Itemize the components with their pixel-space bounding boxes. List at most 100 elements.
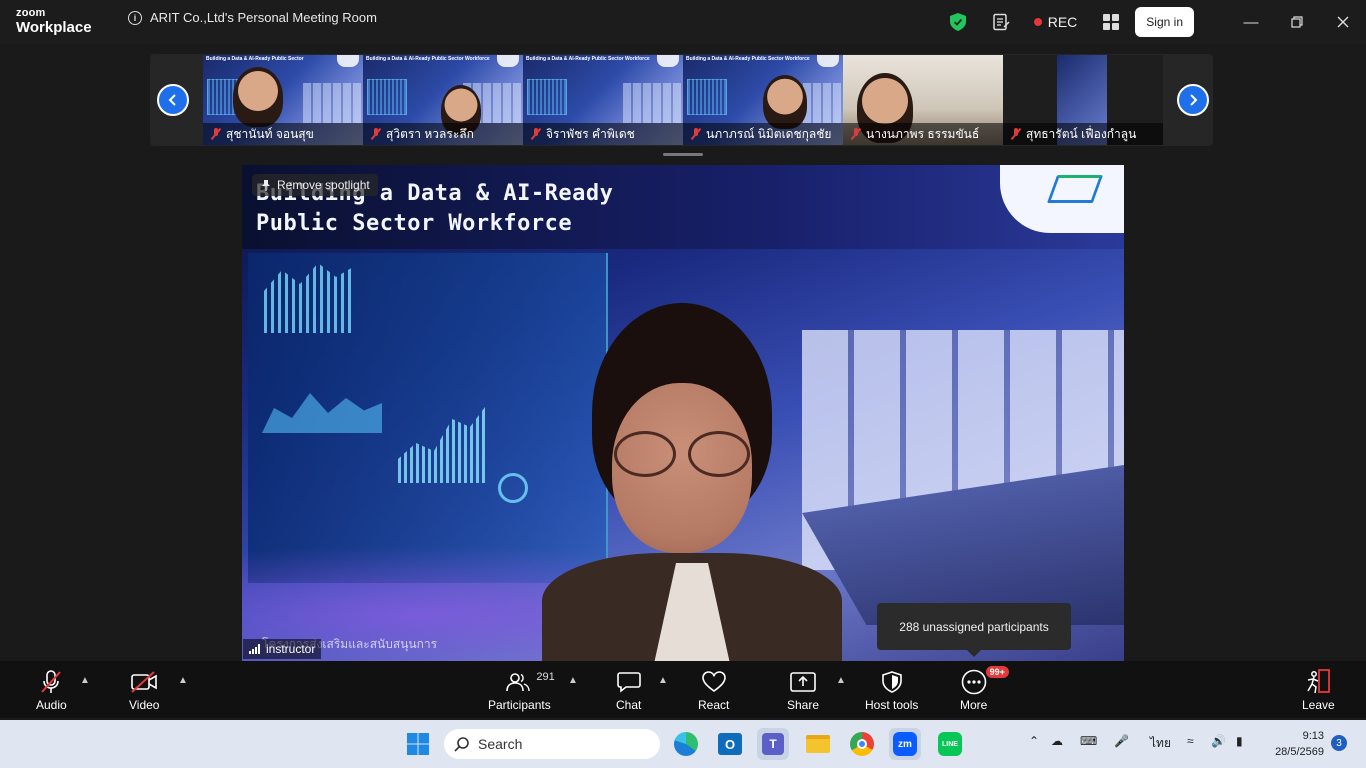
video-options-chevron-icon[interactable]: ▲ — [178, 675, 188, 686]
wifi-icon[interactable]: ≈ — [1187, 734, 1194, 748]
thumbnail-nameplate: สุชานันท์ จอนสุข — [203, 123, 363, 145]
strip-resize-handle[interactable] — [663, 153, 703, 156]
chrome-icon[interactable] — [846, 728, 878, 760]
audio-button[interactable]: Audio — [36, 669, 67, 712]
thumbnail-nameplate: สุทธารัตน์ เฟื่องกำลูน — [1003, 123, 1163, 145]
meeting-toolbar: Audio ▲ Video ▲ 291 Participants ▲ Chat … — [0, 661, 1366, 718]
line-app-icon[interactable]: LINE — [934, 728, 966, 760]
chat-options-chevron-icon[interactable]: ▲ — [658, 675, 668, 686]
thumbnail-slide-text: Building a Data & AI-Ready Public Sector… — [686, 56, 810, 62]
search-placeholder: Search — [478, 736, 523, 752]
video-button[interactable]: Video — [129, 669, 159, 712]
remove-spotlight-label: Remove spotlight — [277, 178, 370, 192]
meeting-title: ARIT Co.,Ltd's Personal Meeting Room — [150, 10, 377, 25]
signal-strength-icon — [249, 644, 260, 654]
participant-thumbnail[interactable]: สุทธารัตน์ เฟื่องกำลูน — [1003, 55, 1163, 145]
thumbnail-nameplate: นภาภรณ์ นิมิตเดชกุลชัย — [683, 123, 843, 145]
show-hidden-icons-chevron-icon[interactable]: ⌃ — [1029, 734, 1039, 748]
participant-thumbnail[interactable]: นางนภาพร ธรรมขันธ์ — [843, 55, 1003, 145]
muted-mic-icon — [851, 128, 861, 140]
leave-door-icon — [1307, 669, 1331, 694]
volume-icon[interactable]: 🔊 — [1211, 734, 1226, 748]
thumbnail-slide-text: Building a Data & AI-Ready Public Sector… — [366, 56, 490, 62]
participant-thumbnail[interactable]: Building a Data & AI-Ready Public Sector… — [363, 55, 523, 145]
participant-name: จิราพัชร คำพิเดช — [546, 126, 635, 141]
audio-options-chevron-icon[interactable]: ▲ — [80, 675, 90, 686]
participants-count: 291 — [536, 671, 555, 683]
title-bar-right: REC Sign in — — [949, 0, 1366, 44]
title-bar: zoom Workplace i ARIT Co.,Ltd's Personal… — [0, 0, 1366, 44]
zoom-app-label: zm — [893, 732, 917, 756]
thumbnail-slide-text: Building a Data & AI-Ready Public Sector — [206, 56, 304, 62]
teams-icon[interactable]: T — [757, 728, 789, 760]
close-icon[interactable] — [1320, 0, 1366, 44]
more-button[interactable]: 99+ More — [960, 665, 1010, 712]
chat-bubble-icon — [616, 672, 641, 693]
participants-options-chevron-icon[interactable]: ▲ — [568, 675, 578, 686]
language-indicator[interactable]: ไทย — [1150, 734, 1171, 753]
battery-icon[interactable]: ▮ — [1236, 734, 1243, 748]
participant-thumbnail[interactable]: Building a Data & AI-Ready Public Sector… — [523, 55, 683, 145]
audio-label: Audio — [36, 698, 67, 712]
notes-icon[interactable] — [992, 13, 1010, 31]
host-tools-label: Host tools — [865, 698, 919, 712]
muted-mic-icon — [1011, 128, 1021, 140]
more-dots-icon — [961, 669, 986, 695]
onedrive-cloud-icon[interactable]: ☁ — [1051, 734, 1063, 748]
chat-label: Chat — [616, 698, 642, 712]
clock-date: 28/5/2569 — [1275, 746, 1324, 758]
share-label: Share — [787, 698, 820, 712]
zoom-logo: zoom Workplace — [16, 8, 92, 36]
thumbnail-list: Building a Data & AI-Ready Public Sector… — [203, 55, 1163, 145]
unassigned-participants-tooltip: 288 unassigned participants — [877, 603, 1071, 657]
more-notification-badge: 99+ — [984, 665, 1010, 679]
edge-browser-icon[interactable] — [670, 728, 702, 760]
shield-icon — [881, 671, 902, 693]
line-app-label: LINE — [938, 732, 962, 756]
main-video[interactable]: Building a Data & AI-Ready Public Sector… — [242, 165, 1124, 661]
participants-button[interactable]: 291 Participants — [488, 669, 555, 712]
participant-name: นางนภาพร ธรรมขันธ์ — [866, 126, 980, 141]
participant-thumbnail[interactable]: Building a Data & AI-Ready Public Sector… — [683, 55, 843, 145]
info-icon[interactable]: i — [128, 10, 142, 25]
remove-spotlight-button[interactable]: Remove spotlight — [252, 174, 378, 196]
logo-line2: Workplace — [16, 19, 92, 36]
host-tools-button[interactable]: Host tools — [865, 669, 918, 712]
participant-thumbnail[interactable]: Building a Data & AI-Ready Public Sector… — [203, 55, 363, 145]
outlook-icon[interactable]: O — [714, 728, 746, 760]
sign-in-button[interactable]: Sign in — [1135, 7, 1194, 37]
participant-name: นภาภรณ์ นิมิตเดชกุลชัย — [706, 126, 832, 141]
clock-time: 9:13 — [1302, 730, 1324, 742]
speaker-video — [542, 303, 862, 661]
microphone-tray-icon[interactable]: 🎤 — [1114, 734, 1129, 748]
file-explorer-icon[interactable] — [802, 728, 834, 760]
shield-check-icon[interactable] — [949, 13, 966, 31]
share-options-chevron-icon[interactable]: ▲ — [836, 675, 846, 686]
windows-start-icon[interactable] — [402, 728, 434, 760]
apps-grid-icon[interactable] — [1103, 14, 1120, 30]
windows-taskbar: Search O T zm LINE ⌃ ☁ ⌨ 🎤 ไทย ≈ 🔊 ▮ 9:1… — [0, 720, 1366, 768]
taskbar-clock[interactable]: 9:13 28/5/2569 — [1268, 728, 1324, 760]
leave-button[interactable]: Leave — [1302, 669, 1335, 712]
slide-title-line2: Public Sector Workforce — [256, 211, 573, 236]
meeting-info[interactable]: i ARIT Co.,Ltd's Personal Meeting Room — [128, 10, 377, 25]
next-page-button[interactable] — [1177, 84, 1209, 116]
restore-icon[interactable] — [1274, 0, 1320, 44]
notification-count-badge[interactable]: 3 — [1331, 735, 1347, 751]
recording-indicator[interactable]: REC — [1033, 14, 1077, 30]
minimize-icon[interactable]: — — [1228, 0, 1274, 44]
muted-microphone-icon — [41, 670, 62, 693]
keyboard-icon[interactable]: ⌨ — [1080, 734, 1097, 748]
recording-dot-icon — [1033, 18, 1042, 26]
video-label: Video — [129, 698, 160, 712]
chat-button[interactable]: Chat — [616, 669, 641, 712]
taskbar-search[interactable]: Search — [444, 729, 660, 759]
muted-mic-icon — [531, 128, 541, 140]
react-button[interactable]: React — [698, 669, 729, 712]
pin-icon — [262, 179, 270, 191]
thumbnail-nameplate: จิราพัชร คำพิเดช — [523, 123, 683, 145]
heart-icon — [701, 671, 726, 692]
zoom-app-icon[interactable]: zm — [889, 728, 921, 760]
share-button[interactable]: Share — [787, 669, 819, 712]
previous-page-button[interactable] — [157, 84, 189, 116]
